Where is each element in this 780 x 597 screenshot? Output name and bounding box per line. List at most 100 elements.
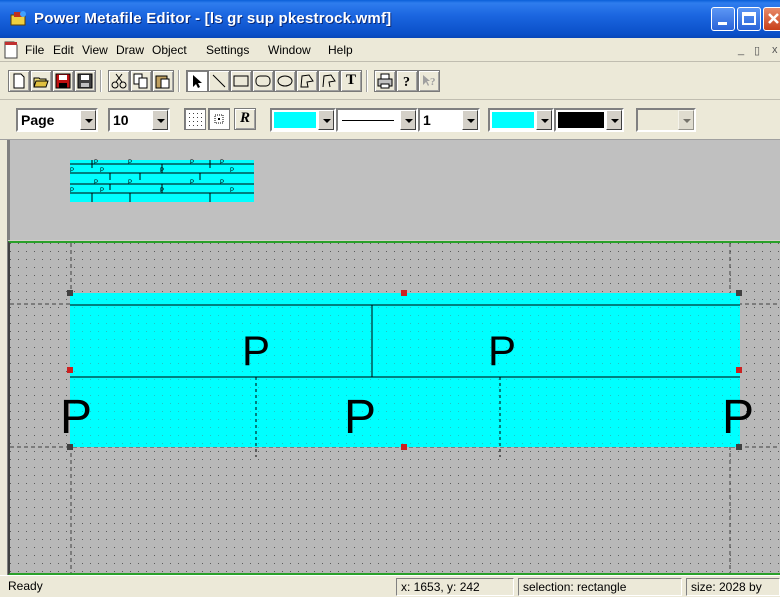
menu-object[interactable]: Object <box>152 43 187 57</box>
select-arrow-icon <box>193 75 202 88</box>
close-icon <box>768 13 779 24</box>
line-style-select[interactable] <box>336 108 418 132</box>
app-icon <box>10 11 26 26</box>
snap-grid-button[interactable] <box>208 108 230 130</box>
background-color-swatch <box>558 112 604 128</box>
handle-top-right[interactable] <box>736 290 742 296</box>
svg-text:P: P <box>190 160 194 166</box>
fill-color-swatch <box>274 112 316 128</box>
open-button[interactable] <box>30 70 52 92</box>
window-title: Power Metafile Editor - [ls gr sup pkest… <box>34 10 392 27</box>
rectangle-tool-icon <box>233 75 249 87</box>
chevron-down-icon[interactable] <box>80 110 96 130</box>
text-color-select[interactable] <box>488 108 554 132</box>
handle-bottom-left[interactable] <box>67 444 73 450</box>
help-icon: ? <box>403 75 410 89</box>
left-frame <box>0 140 8 575</box>
print-button[interactable] <box>374 70 396 92</box>
menu-window[interactable]: Window <box>268 43 311 57</box>
chevron-down-icon[interactable] <box>152 110 168 130</box>
open-icon <box>33 77 49 88</box>
size-select[interactable]: 10 <box>108 108 170 132</box>
svg-text:P: P <box>220 180 224 186</box>
status-ready: Ready <box>8 579 43 593</box>
line-tool-button[interactable] <box>208 70 230 92</box>
menu-edit[interactable]: Edit <box>53 43 74 57</box>
save-icon <box>55 73 71 89</box>
preview-thumbnail: PPPP PPPP PPPP PPPP <box>70 160 254 202</box>
svg-text:P: P <box>230 188 234 194</box>
handle-top-left[interactable] <box>67 290 73 296</box>
drawing-canvas[interactable]: P P P P P <box>10 243 780 573</box>
text-tool-button[interactable]: T <box>340 70 362 92</box>
drawing-workspace[interactable]: P P P P P <box>8 241 780 575</box>
chevron-down-icon[interactable] <box>400 110 416 130</box>
menu-draw[interactable]: Draw <box>116 43 144 57</box>
menu-settings[interactable]: Settings <box>206 43 249 57</box>
line-width-select[interactable]: 1 <box>418 108 480 132</box>
minimize-button[interactable] <box>711 7 735 31</box>
status-bar: Ready x: 1653, y: 242 selection: rectang… <box>0 575 780 597</box>
grid-toggle-button[interactable] <box>184 108 206 130</box>
svg-text:P: P <box>160 188 164 194</box>
save-button[interactable] <box>52 70 74 92</box>
polygon-tool-icon <box>300 74 314 88</box>
minimize-icon <box>718 22 727 25</box>
svg-text:?: ? <box>403 75 410 89</box>
help-button[interactable]: ? <box>396 70 418 92</box>
handle-bottom-right[interactable] <box>736 444 742 450</box>
line-tool-icon <box>212 74 226 88</box>
ellipse-tool-icon <box>277 75 293 87</box>
handle-right[interactable] <box>736 367 742 373</box>
chevron-down-icon[interactable] <box>318 110 334 130</box>
handle-bottom[interactable] <box>401 444 407 450</box>
select-tool-button[interactable] <box>186 70 208 92</box>
new-button[interactable] <box>8 70 30 92</box>
note-label: P <box>344 391 376 444</box>
menu-view[interactable]: View <box>82 43 108 57</box>
maximize-button[interactable] <box>737 7 761 31</box>
rounded-rect-tool-button[interactable] <box>252 70 274 92</box>
context-help-button[interactable]: ? <box>418 70 440 92</box>
mdi-restore-button[interactable]: ▯ <box>754 44 760 57</box>
ellipse-tool-button[interactable] <box>274 70 296 92</box>
document-icon[interactable] <box>3 41 19 59</box>
handle-left[interactable] <box>67 367 73 373</box>
svg-text:P: P <box>230 168 234 174</box>
rectangle-tool-button[interactable] <box>230 70 252 92</box>
page-select[interactable]: Page <box>16 108 98 132</box>
svg-text:P: P <box>94 180 98 186</box>
mdi-minimize-button[interactable]: _ <box>738 44 744 56</box>
mdi-close-button[interactable]: x <box>772 44 778 56</box>
italic-icon: R <box>240 110 251 126</box>
line-style-sample <box>342 120 394 121</box>
context-help-icon: ? <box>423 75 436 88</box>
text-color-swatch <box>492 112 534 128</box>
menu-help[interactable]: Help <box>328 43 353 57</box>
paste-button[interactable] <box>152 70 174 92</box>
chevron-down-icon[interactable] <box>462 110 478 130</box>
save-all-button[interactable] <box>74 70 96 92</box>
rounded-rect-tool-icon <box>255 75 271 87</box>
background-color-select[interactable] <box>554 108 624 132</box>
status-coordinates: x: 1653, y: 242 <box>396 578 514 596</box>
svg-text:P: P <box>70 188 74 194</box>
toolbar-separator <box>100 70 102 92</box>
page-select-value: Page <box>21 112 55 128</box>
note-label: P <box>488 327 516 374</box>
polygon-tool-button[interactable] <box>296 70 318 92</box>
close-button[interactable] <box>763 7 780 31</box>
menu-file[interactable]: File <box>25 43 44 57</box>
italic-button[interactable]: R <box>234 108 256 130</box>
svg-text:P: P <box>220 160 224 166</box>
snap-grid-icon <box>214 114 224 124</box>
fill-color-select[interactable] <box>270 108 336 132</box>
chevron-down-icon[interactable] <box>606 110 622 130</box>
cut-button[interactable] <box>108 70 130 92</box>
status-selection: selection: rectangle <box>518 578 682 596</box>
polyline-tool-button[interactable] <box>318 70 340 92</box>
handle-top[interactable] <box>401 290 407 296</box>
copy-button[interactable] <box>130 70 152 92</box>
chevron-down-icon[interactable] <box>536 110 552 130</box>
svg-text:P: P <box>128 180 132 186</box>
